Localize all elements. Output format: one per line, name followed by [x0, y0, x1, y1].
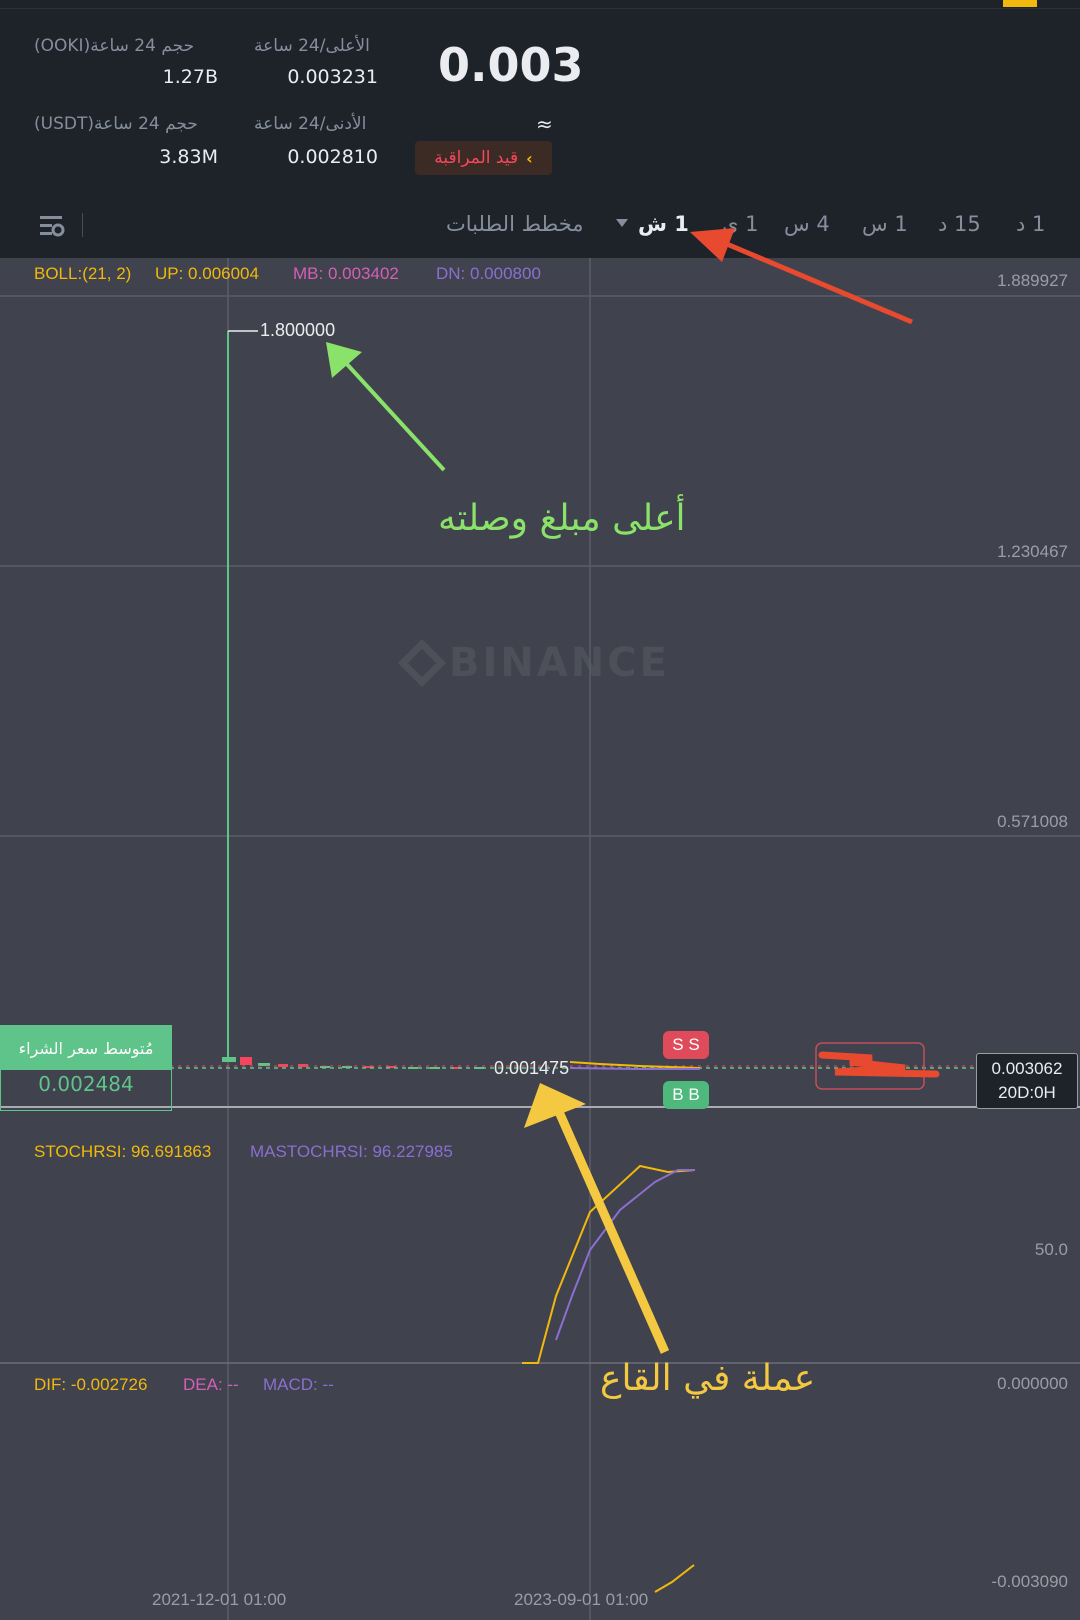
dea-label: DEA: --: [183, 1375, 239, 1394]
current-price: 0.003062: [991, 1059, 1063, 1078]
red-arrow-head: [690, 228, 735, 262]
high-price-label: 1.800000: [260, 320, 336, 340]
avg-buy-price-title: مُتوسط سعر الشراء: [1, 1026, 171, 1070]
boll-up: UP: 0.006004: [155, 264, 259, 283]
yellow-arrow-shaft: [551, 1103, 670, 1354]
avg-buy-price-box[interactable]: مُتوسط سعر الشراء 0.002484: [0, 1025, 172, 1111]
candle-countdown: 20D:0H: [998, 1083, 1056, 1102]
stochrsi-line: [522, 1164, 696, 1364]
x-axis-label: 2021-12-01 01:00: [152, 1590, 287, 1609]
red-arrow: [690, 228, 913, 325]
boll-label: BOLL:(21, 2): [34, 264, 132, 283]
buy-badge[interactable]: B B: [663, 1081, 709, 1109]
chart-graphics: [0, 228, 1080, 1620]
y-axis-label: 50.0: [1034, 1240, 1068, 1259]
dif-label: DIF: -0.002726: [34, 1375, 148, 1394]
avg-buy-price-value: 0.002484: [38, 1072, 134, 1096]
y-axis-label: 0.000000: [997, 1374, 1068, 1393]
y-axis-label: -0.003090: [991, 1572, 1068, 1591]
boll-dn: DN: 0.000800: [436, 264, 541, 283]
mastochrsi-label: MASTOCHRSI: 96.227985: [250, 1142, 453, 1161]
annotation-highest-price: أعلى مبلغ وصلته: [438, 498, 686, 539]
candle: [222, 1057, 236, 1062]
red-arrow-shaft: [721, 239, 913, 325]
boll-dn-line: [569, 1067, 700, 1070]
yellow-arrow: [524, 1083, 670, 1354]
scribble-mark: [818, 1051, 940, 1078]
annotation-coin-at-bottom: عملة في القاع: [600, 1358, 816, 1399]
y-axis-label: 0.571008: [997, 812, 1068, 831]
green-arrow-shaft: [343, 360, 446, 472]
candles: [222, 1057, 484, 1069]
dif-line: [654, 1564, 695, 1593]
green-arrow: [326, 342, 446, 472]
stochrsi-label: STOCHRSI: 96.691863: [34, 1142, 212, 1161]
y-axis-label: 1.230467: [997, 542, 1068, 561]
current-price-tag: 0.003062 20D:0H: [976, 1053, 1078, 1109]
y-axis-label: 1.889927: [997, 271, 1068, 290]
x-axis-label: 2023-09-01 01:00: [514, 1590, 649, 1609]
macd-label: MACD: --: [263, 1375, 334, 1394]
low-price-label: 0.001475: [494, 1058, 570, 1078]
sell-badge[interactable]: S S: [663, 1031, 709, 1059]
grid-lines: [0, 258, 1080, 1620]
yellow-arrow-head: [524, 1083, 586, 1128]
candle: [240, 1057, 252, 1065]
boll-mb: MB: 0.003402: [293, 264, 399, 283]
